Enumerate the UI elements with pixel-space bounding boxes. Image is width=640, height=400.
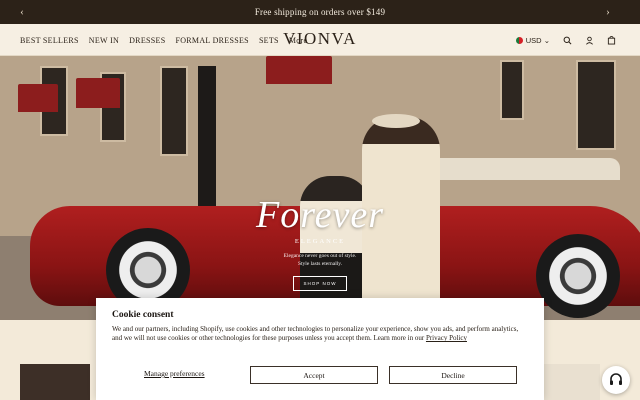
- hero-banner[interactable]: Forever ELEGANCE Elegance never goes out…: [0, 56, 640, 320]
- manage-preferences-link[interactable]: Manage preferences: [144, 369, 205, 378]
- shop-now-button[interactable]: SHOP NOW: [292, 276, 348, 292]
- header-actions: USD ⌄: [515, 24, 616, 56]
- cookie-title: Cookie consent: [112, 310, 174, 320]
- chevron-left-icon[interactable]: ‹: [12, 0, 32, 24]
- nav-formal-dresses[interactable]: FORMAL DRESSES: [175, 36, 248, 45]
- car-wheel: [536, 234, 620, 318]
- collection-tile[interactable]: [540, 364, 600, 400]
- hero-tagline-line-2: Style lasts eternally.: [297, 260, 343, 267]
- nav-new-in[interactable]: NEW IN: [89, 36, 119, 45]
- accept-button[interactable]: Accept: [250, 366, 378, 384]
- bag-icon[interactable]: [606, 35, 616, 45]
- hero-tagline-line-1: Elegance never goes out of style.: [283, 253, 357, 259]
- nav-dresses[interactable]: DRESSES: [129, 36, 165, 45]
- headset-icon: [610, 373, 622, 385]
- help-chat-button[interactable]: [602, 366, 630, 394]
- chevron-down-icon: ⌄: [543, 35, 550, 45]
- hero-subtitle: ELEGANCE: [294, 238, 346, 245]
- model-hat: [372, 114, 420, 128]
- awning: [76, 78, 120, 108]
- announcement-bar: ‹ Free shipping on orders over $149 ›: [0, 0, 640, 24]
- window: [500, 60, 524, 120]
- cookie-body: We and our partners, including Shopify, …: [112, 325, 528, 343]
- hero-tagline: Elegance never goes out of style. Style …: [250, 253, 390, 268]
- nav-best-sellers[interactable]: BEST SELLERS: [20, 36, 79, 45]
- chevron-right-icon[interactable]: ›: [598, 0, 618, 24]
- awning: [18, 84, 58, 112]
- currency-label: USD: [525, 35, 542, 45]
- main-nav: BEST SELLERS NEW IN DRESSES FORMAL DRESS…: [20, 24, 307, 56]
- awning: [266, 56, 332, 84]
- flag-icon: [515, 37, 523, 45]
- car-convertible-top: [420, 158, 620, 180]
- cookie-actions: Manage preferences Accept Decline: [112, 366, 528, 384]
- search-icon[interactable]: [562, 35, 572, 45]
- window: [576, 60, 616, 150]
- announcement-text[interactable]: Free shipping on orders over $149: [255, 7, 385, 17]
- hero-title: Forever: [256, 194, 384, 236]
- cookie-consent-dialog: Cookie consent We and our partners, incl…: [96, 298, 544, 400]
- nav-sets[interactable]: SETS: [259, 36, 279, 45]
- privacy-policy-link[interactable]: Privacy Policy: [426, 334, 467, 342]
- logo[interactable]: VIONVA: [283, 29, 357, 48]
- site-header: BEST SELLERS NEW IN DRESSES FORMAL DRESS…: [0, 24, 640, 56]
- hero-text: Forever ELEGANCE Elegance never goes out…: [250, 194, 390, 292]
- collection-tile[interactable]: [20, 364, 90, 400]
- decline-button[interactable]: Decline: [389, 366, 517, 384]
- user-icon[interactable]: [584, 35, 594, 45]
- window: [160, 66, 188, 156]
- currency-selector[interactable]: USD ⌄: [515, 35, 550, 45]
